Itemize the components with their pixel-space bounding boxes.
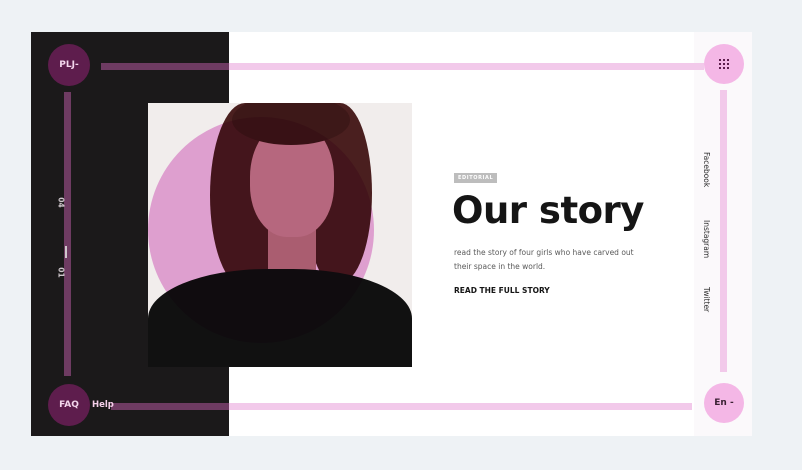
language-selector[interactable]: En - <box>704 383 744 423</box>
right-rail <box>720 90 727 372</box>
social-link-twitter[interactable]: Twitter <box>702 287 711 312</box>
faq-button[interactable]: FAQ <box>48 384 90 426</box>
menu-button[interactable] <box>704 44 744 84</box>
counter-divider <box>65 246 67 258</box>
bottom-rail-light <box>229 403 692 410</box>
slide-counter-total: 04 <box>56 197 66 208</box>
language-label: En - <box>714 398 734 408</box>
bottom-rail-dark <box>111 403 229 410</box>
category-badge: EDITORIAL <box>454 173 498 183</box>
top-rail-light <box>229 63 704 70</box>
hero-description: read the story of four girls who have ca… <box>454 248 634 271</box>
help-link[interactable]: Help <box>92 400 114 410</box>
logo-text: PLJ- <box>59 60 79 70</box>
pink-overlay-circle <box>148 117 374 343</box>
slide-counter-current: 01 <box>56 267 66 278</box>
left-rail <box>64 92 71 376</box>
read-full-story-link[interactable]: READ THE FULL STORY <box>454 286 550 295</box>
social-link-facebook[interactable]: Facebook <box>702 152 711 187</box>
top-rail-dark <box>101 63 229 70</box>
grid-dots-icon <box>719 59 729 69</box>
page-title: Our story <box>452 189 644 232</box>
hero-frame: PLJ- FAQ Help En - 04 01 EDITORIAL Our s… <box>31 32 752 436</box>
faq-label: FAQ <box>59 400 79 410</box>
social-link-instagram[interactable]: Instagram <box>702 220 711 258</box>
logo[interactable]: PLJ- <box>48 44 90 86</box>
hero-photo <box>148 103 412 367</box>
